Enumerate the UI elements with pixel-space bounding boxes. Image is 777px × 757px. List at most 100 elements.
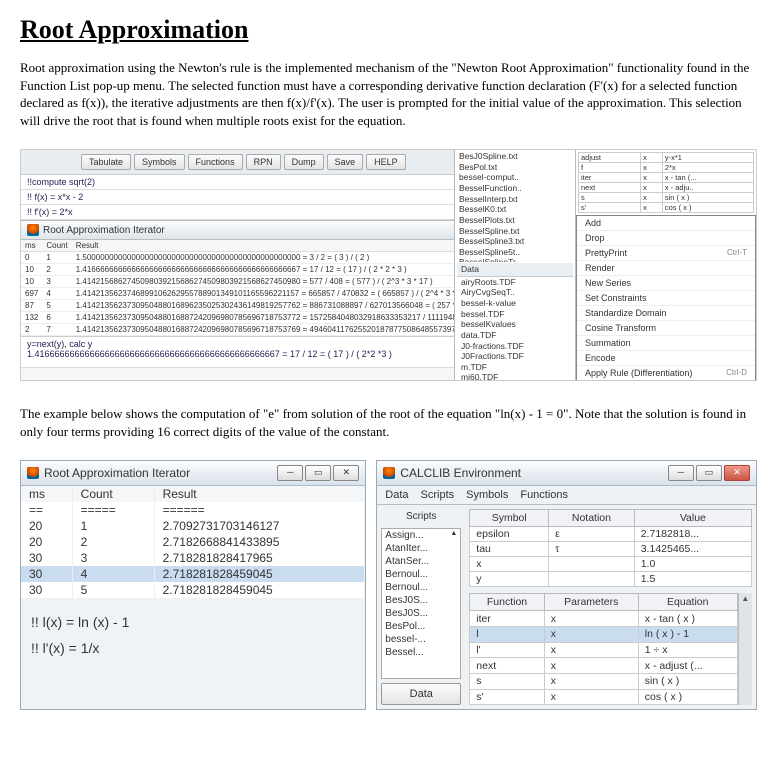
list-item[interactable]: BesselFunction.. bbox=[457, 183, 573, 194]
col-header: Value bbox=[634, 510, 751, 527]
iteration-table-small: msCountResult 011.5000000000000000000000… bbox=[21, 240, 455, 336]
list-item[interactable]: m.TDF bbox=[459, 362, 571, 373]
list-item[interactable]: BesselSpline3.txt bbox=[457, 236, 573, 247]
menu-item-apply-rule-differentiation-[interactable]: Apply Rule (Differentiation)Ctrl-D bbox=[577, 366, 755, 381]
scrollbar[interactable]: ▲ bbox=[738, 593, 752, 705]
table-row[interactable]: l'x1 ÷ x bbox=[470, 642, 737, 658]
command-line: !! f'(x) = 2*x bbox=[21, 205, 454, 220]
env-menubar[interactable]: Data Scripts Symbols Functions bbox=[377, 486, 756, 505]
table-row[interactable]: 271.414213562373095048801688724209698078… bbox=[21, 324, 455, 336]
list-item[interactable]: BesselK0.txt bbox=[457, 204, 573, 215]
table-row[interactable]: iterxx - tan ( x ) bbox=[470, 611, 737, 627]
list-item[interactable]: Bernoul... bbox=[382, 568, 460, 581]
scripts-listbox[interactable]: Assign... ▲AtanIter...AtanSer...Bernoul.… bbox=[381, 528, 461, 679]
menu-item-summation[interactable]: Summation bbox=[577, 336, 755, 351]
list-item[interactable]: J0Fractions.TDF bbox=[459, 351, 571, 362]
list-item[interactable]: BesselInterp.txt bbox=[457, 194, 573, 205]
table-row[interactable]: epsilonε2.7182818... bbox=[470, 527, 752, 542]
menu-item-new-series[interactable]: New Series bbox=[577, 276, 755, 291]
page-title: Root Approximation bbox=[20, 15, 757, 45]
function-table[interactable]: FunctionParametersEquation iterxx - tan … bbox=[469, 593, 737, 705]
list-item[interactable]: BesJ0Spline.txt bbox=[457, 151, 573, 162]
table-row[interactable]: sxsin ( x ) bbox=[470, 673, 737, 689]
menu-functions[interactable]: Functions bbox=[520, 489, 568, 501]
list-item[interactable]: BesselSpline5t.. bbox=[457, 247, 573, 258]
table-row[interactable]: 3052.718281828459045 bbox=[21, 582, 365, 598]
maximize-button[interactable]: ▭ bbox=[305, 465, 331, 481]
menu-symbols[interactable]: Symbols bbox=[466, 489, 508, 501]
footer-cmd: y=next(y), calc y 1.41666666666666666666… bbox=[21, 336, 454, 368]
table-row[interactable]: s'xcos ( x ) bbox=[470, 689, 737, 705]
list-item[interactable]: BesselPlots.txt bbox=[457, 215, 573, 226]
table-row[interactable]: nextxx - adjust (... bbox=[470, 658, 737, 674]
intro-paragraph: Root approximation using the Newton's ru… bbox=[20, 59, 757, 129]
close-button[interactable]: ✕ bbox=[333, 465, 359, 481]
toolbar-rpn-button[interactable]: RPN bbox=[246, 154, 281, 170]
table-row[interactable]: 2012.7092731703146127 bbox=[21, 518, 365, 534]
list-item[interactable]: BesPol.txt bbox=[457, 162, 573, 173]
table-row[interactable]: 3032.718281828417965 bbox=[21, 550, 365, 566]
list-item[interactable]: AtanSer... bbox=[382, 555, 460, 568]
data-list[interactable]: Data airyRoots.TDFAiryCvgSeqT..bessel-k-… bbox=[455, 262, 575, 380]
minimize-button[interactable]: ─ bbox=[668, 465, 694, 481]
maximize-button[interactable]: ▭ bbox=[696, 465, 722, 481]
list-item[interactable]: besselKvalues bbox=[459, 319, 571, 330]
list-item[interactable]: AiryCvgSeqT.. bbox=[459, 287, 571, 298]
toolbar-save-button[interactable]: Save bbox=[327, 154, 364, 170]
context-menu[interactable]: AddDropPrettyPrintCtrl-TRenderNew Series… bbox=[576, 215, 756, 381]
toolbar-functions-button[interactable]: Functions bbox=[188, 154, 243, 170]
list-item[interactable]: AtanIter... bbox=[382, 542, 460, 555]
file-list[interactable]: BesJ0Spline.txtBesPol.txtbessel-comput..… bbox=[455, 150, 575, 262]
toolbar-symbols-button[interactable]: Symbols bbox=[134, 154, 185, 170]
menu-item-standardize-domain[interactable]: Standardize Domain bbox=[577, 306, 755, 321]
list-item[interactable]: bessel-comput.. bbox=[457, 172, 573, 183]
menu-item-set-constraints[interactable]: Set Constraints bbox=[577, 291, 755, 306]
table-row[interactable]: 13261.4142135623730950488016887242096980… bbox=[21, 312, 455, 324]
table-row[interactable]: x1.0 bbox=[470, 557, 752, 572]
table-row[interactable]: y1.5 bbox=[470, 572, 752, 587]
toolbar-dump-button[interactable]: Dump bbox=[284, 154, 324, 170]
menu-scripts[interactable]: Scripts bbox=[421, 489, 455, 501]
list-item[interactable]: data.TDF bbox=[459, 330, 571, 341]
list-item[interactable]: mi60.TDF bbox=[459, 372, 571, 380]
list-item[interactable]: bessel.TDF bbox=[459, 309, 571, 320]
menu-item-encode[interactable]: Encode bbox=[577, 351, 755, 366]
list-item[interactable]: BesJ0S... bbox=[382, 594, 460, 607]
table-row[interactable]: 2022.7182668841433895 bbox=[21, 534, 365, 550]
col-header: Notation bbox=[549, 510, 635, 527]
fn-mini-table: adjustxy-x*1fx2*xiterxx - tan (...nextxx… bbox=[578, 152, 754, 213]
table-row[interactable]: 011.500000000000000000000000000000000000… bbox=[21, 252, 455, 264]
minimize-button[interactable]: ─ bbox=[277, 465, 303, 481]
list-item[interactable]: Bessel... bbox=[382, 646, 460, 659]
table-row[interactable]: 1031.41421568627450980392156862745098039… bbox=[21, 276, 455, 288]
list-item[interactable]: bessel-... bbox=[382, 633, 460, 646]
list-item[interactable]: bessel-k-value bbox=[459, 298, 571, 309]
list-item[interactable]: BesselSpline.txt bbox=[457, 226, 573, 237]
menu-data[interactable]: Data bbox=[385, 489, 408, 501]
list-item[interactable]: Bernoul... bbox=[382, 581, 460, 594]
table-row[interactable]: lxln ( x ) - 1 bbox=[470, 626, 737, 642]
fn-def-1: !! l(x) = ln (x) - 1 bbox=[31, 614, 355, 630]
list-item[interactable]: J0-fractions.TDF bbox=[459, 341, 571, 352]
list-item[interactable]: airyRoots.TDF bbox=[459, 277, 571, 288]
scroll-up-icon[interactable]: ▲ bbox=[739, 593, 752, 605]
list-item[interactable]: BesPol... bbox=[382, 620, 460, 633]
menu-item-add[interactable]: Add bbox=[577, 216, 755, 231]
table-row[interactable]: 69741.4142135623746899106262955788901349… bbox=[21, 288, 455, 300]
table-row[interactable]: 8751.41421356237309504880168962350253024… bbox=[21, 300, 455, 312]
close-button[interactable]: ✕ bbox=[724, 465, 750, 481]
toolbar-tabulate-button[interactable]: Tabulate bbox=[81, 154, 131, 170]
data-button[interactable]: Data bbox=[381, 683, 461, 705]
table-row[interactable]: 1021.41666666666666666666666666666666666… bbox=[21, 264, 455, 276]
list-item[interactable]: Assign... ▲ bbox=[382, 529, 460, 542]
list-item[interactable]: BesJ0S... bbox=[382, 607, 460, 620]
table-row[interactable]: tauτ3.1425465... bbox=[470, 542, 752, 557]
menu-item-drop[interactable]: Drop bbox=[577, 231, 755, 246]
table-row[interactable]: 3042.718281828459045 bbox=[21, 566, 365, 582]
menu-item-render[interactable]: Render bbox=[577, 261, 755, 276]
menu-item-cosine-transform[interactable]: Cosine Transform bbox=[577, 321, 755, 336]
toolbar-help-button[interactable]: HELP bbox=[366, 154, 406, 170]
symbol-table[interactable]: SymbolNotationValue epsilonε2.7182818...… bbox=[469, 509, 752, 587]
menu-item-prettyprint[interactable]: PrettyPrintCtrl-T bbox=[577, 246, 755, 261]
col-header: Parameters bbox=[544, 594, 638, 611]
